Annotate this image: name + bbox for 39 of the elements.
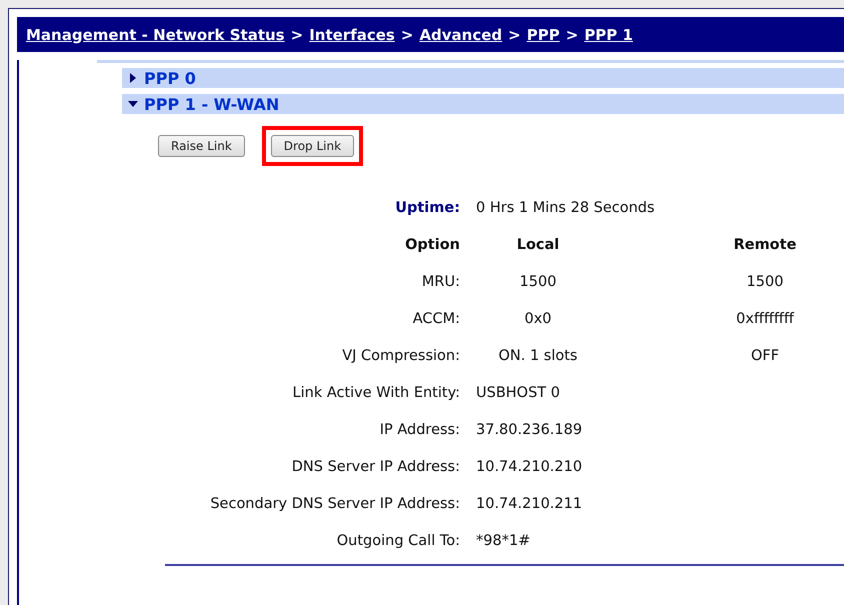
breadcrumb-separator: > [566,26,578,44]
field-value: 10.74.210.210 [476,458,584,474]
column-header: Local [516,236,560,252]
local-value: ON. 1 slots [497,348,578,364]
link-button[interactable]: Drop Link [270,135,354,157]
field-value: USBHOST 0 [476,384,561,400]
section-header[interactable]: PPP 0 [122,68,844,88]
breadcrumb-link[interactable]: PPP [526,26,560,44]
option-label: ACCM: [412,310,460,326]
column-header: Option [404,236,460,252]
breadcrumb-link[interactable]: Advanced [419,26,502,44]
breadcrumb-separator: > [508,26,521,44]
remote-value: OFF [750,348,780,364]
field-value: *98*1# [476,532,532,548]
link-button[interactable]: Raise Link [158,135,245,157]
section-header[interactable]: PPP 1 - W-WAN [122,94,844,114]
field-label: IP Address: [378,422,460,438]
uptime-value: 0 Hrs 1 Mins 28 Seconds [476,200,656,216]
remote-value: 1500 [746,274,784,290]
option-label: VJ Compression: [341,348,460,364]
field-value: 37.80.236.189 [476,422,584,438]
field-label: DNS Server IP Address: [290,458,460,474]
field-label: Link Active With Entity: [292,384,460,400]
remote-value: 0xffffffff [735,310,796,326]
column-header: Remote [732,236,798,252]
option-label: MRU: [420,274,460,290]
field-label: Outgoing Call To: [336,532,460,548]
uptime-label: Uptime: [394,200,460,216]
breadcrumb-separator: > [290,26,304,44]
breadcrumb-separator: > [400,26,414,44]
expand-arrow-icon [128,99,138,109]
breadcrumb-link[interactable]: Interfaces [309,26,395,44]
local-value: 1500 [518,274,558,290]
expand-arrow-icon [128,73,138,83]
field-value: 10.74.210.211 [476,496,584,512]
field-label: Secondary DNS Server IP Address: [209,496,460,512]
local-value: 0x0 [523,310,553,326]
breadcrumb-link[interactable]: PPP 1 [584,26,633,44]
breadcrumb-link[interactable]: Management - Network Status [26,26,285,44]
